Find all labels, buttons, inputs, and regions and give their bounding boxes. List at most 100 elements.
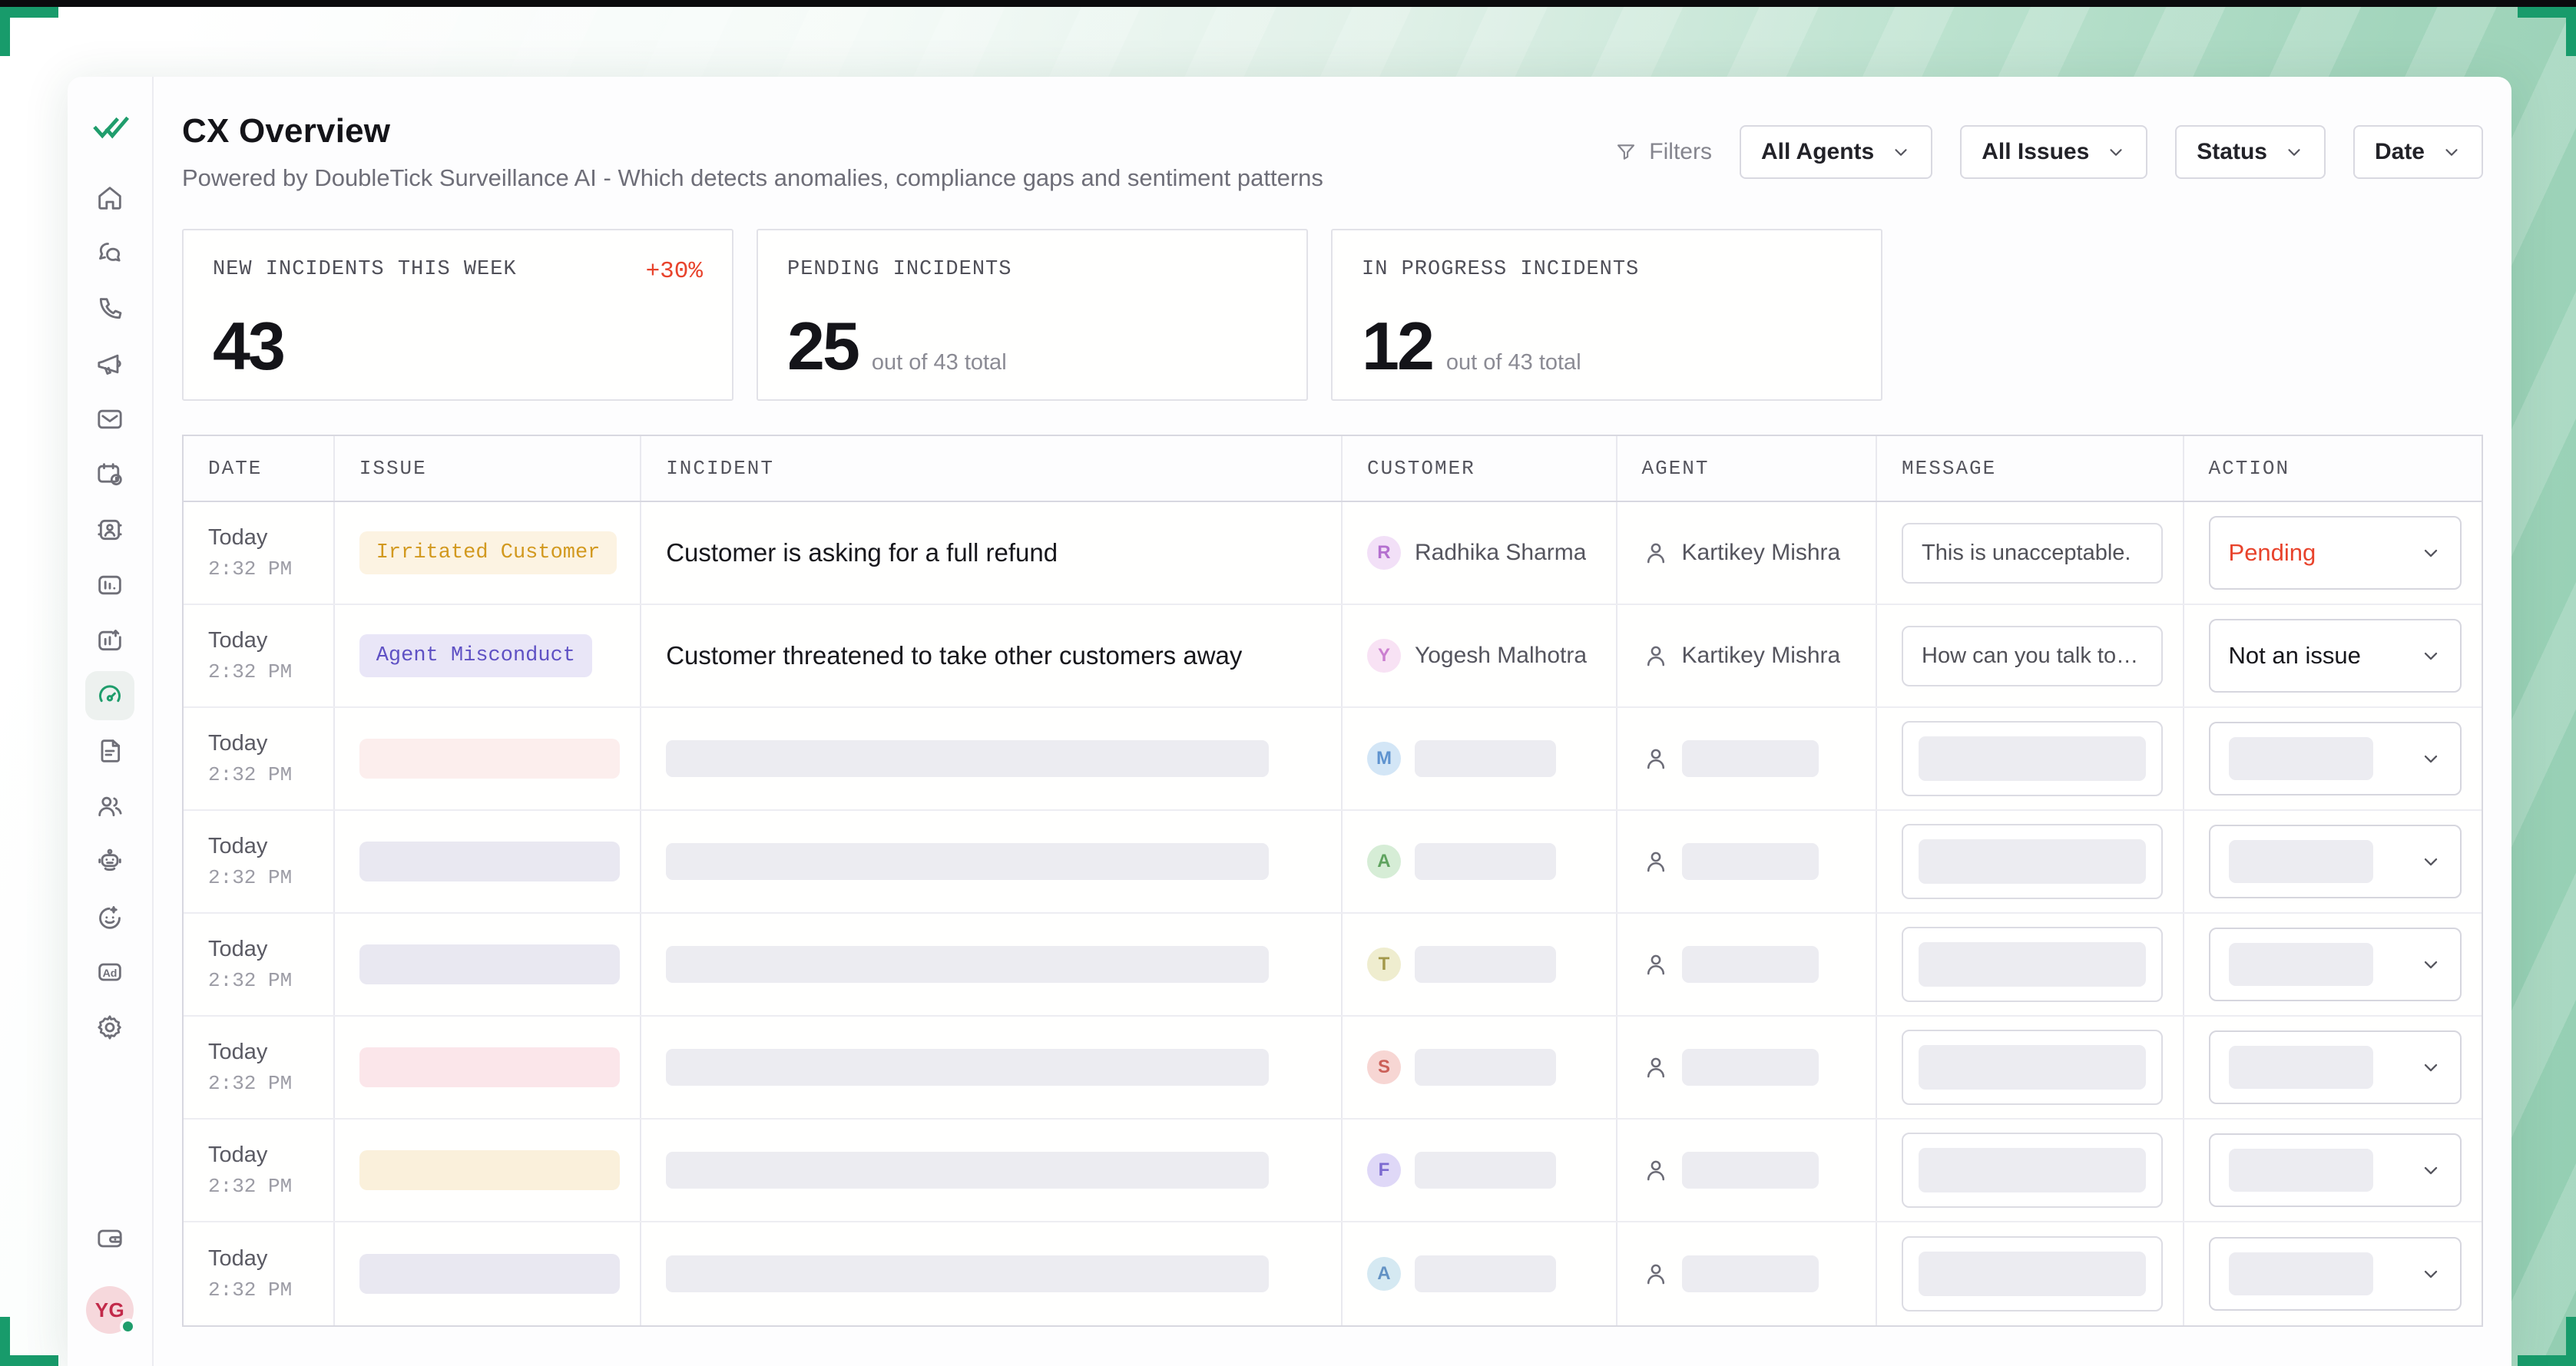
date-cell: Today 2:32 PM [184,1017,335,1118]
agent-skeleton [1682,843,1819,880]
sidebar-item-chatbot[interactable] [84,834,135,889]
message-text: How can you talk to… [1922,643,2142,669]
sidebar-item-contacts[interactable] [84,502,135,557]
action-dropdown[interactable] [2209,825,2462,898]
action-cell [2184,811,2482,912]
sidebar-item-calendar[interactable] [84,447,135,502]
action-dropdown[interactable] [2209,1237,2462,1311]
action-cell [2184,708,2482,809]
filter-all-agents[interactable]: All Agents [1740,125,1932,179]
action-dropdown[interactable] [2209,928,2462,1001]
incident-cell: Customer threatened to take other custom… [641,605,1343,706]
sidebar-item-chats[interactable] [84,226,135,281]
col-header-agent: AGENT [1617,436,1878,501]
filter-all-issues[interactable]: All Issues [1960,125,2147,179]
corner-bracket-bottom-right [2518,1317,2576,1366]
sidebar-item-inbox[interactable] [84,392,135,447]
stat-card-new-incidents: NEW INCIDENTS THIS WEEK +30% 43 [182,229,733,401]
message-box[interactable] [1902,1030,2162,1105]
stat-cards: NEW INCIDENTS THIS WEEK +30% 43 PENDING … [182,229,2483,401]
message-box[interactable] [1902,1236,2162,1311]
sidebar-item-broadcast[interactable] [84,336,135,392]
incident-skeleton [666,740,1269,777]
message-box[interactable]: How can you talk to… [1902,626,2162,686]
date-cell: Today 2:32 PM [184,708,335,809]
filter-status[interactable]: Status [2175,125,2326,179]
message-box[interactable] [1902,1133,2162,1208]
top-black-bar [0,0,2576,7]
action-dropdown[interactable] [2209,722,2462,795]
sidebar-item-settings[interactable] [84,1000,135,1055]
action-dropdown[interactable]: Pending [2209,516,2462,590]
message-skeleton [1919,942,2145,987]
sidebar-item-calls[interactable] [84,281,135,336]
table-row: Today 2:32 PM Agent Misconduct Customer … [184,605,2482,708]
calendar-clock-icon [94,459,125,490]
agent-cell [1617,708,1878,809]
incident-cell [641,811,1343,912]
gauge-icon [94,680,125,711]
message-box[interactable]: This is unacceptable. [1902,523,2162,584]
message-skeleton [1919,1252,2145,1296]
row-date: Today [208,1143,267,1168]
corner-bracket-bottom-left [0,1317,58,1366]
action-label: Not an issue [2229,642,2361,670]
stat-delta-badge: +30% [646,258,703,285]
filter-all-agents-label: All Agents [1761,139,1874,165]
agent-cell [1617,1222,1878,1325]
agent-name: Kartikey Mishra [1682,643,1841,669]
customer-avatar: S [1367,1050,1401,1084]
agent-cell: Kartikey Mishra [1617,502,1878,604]
message-cell [1877,1120,2184,1221]
sidebar-item-wallet[interactable] [84,1211,135,1266]
issue-badge [359,1254,620,1294]
message-text: This is unacceptable. [1922,541,2142,566]
stat-suffix: out of 43 total [872,350,1007,375]
message-cell: How can you talk to… [1877,605,2184,706]
sidebar-item-growth[interactable] [84,613,135,668]
sidebar-item-ads[interactable]: Ad [84,944,135,1000]
stat-label: NEW INCIDENTS THIS WEEK [213,258,517,281]
date-cell: Today 2:32 PM [184,502,335,604]
main-content: CX Overview Powered by DoubleTick Survei… [154,77,2511,1366]
mail-icon [94,404,125,435]
agent-cell [1617,1017,1878,1118]
action-dropdown[interactable] [2209,1133,2462,1207]
chevron-down-icon [2420,748,2442,769]
issue-cell: Agent Misconduct [335,605,641,706]
message-cell [1877,708,2184,809]
sidebar-item-team[interactable] [84,779,135,834]
person-icon [1642,745,1670,772]
user-avatar[interactable]: YG [86,1286,134,1334]
filter-date[interactable]: Date [2353,125,2483,179]
table-row: Today 2:32 PM Irritated Customer Custome… [184,502,2482,605]
stat-value: 12 [1362,316,1432,376]
customer-avatar: R [1367,536,1401,570]
sidebar-item-analytics[interactable] [84,557,135,613]
message-box[interactable] [1902,824,2162,899]
customer-cell: S [1343,1017,1617,1118]
message-box[interactable] [1902,721,2162,796]
table-header-row: DATE ISSUE INCIDENT CUSTOMER AGENT MESSA… [184,436,2482,502]
issue-cell [335,1222,641,1325]
incident-cell: Customer is asking for a full refund [641,502,1343,604]
row-date: Today [208,525,267,551]
action-dropdown[interactable] [2209,1030,2462,1104]
table-row: Today 2:32 PM A [184,1222,2482,1325]
action-skeleton [2229,943,2374,986]
issue-cell: Irritated Customer [335,502,641,604]
agent-cell: Kartikey Mishra [1617,605,1878,706]
date-cell: Today 2:32 PM [184,811,335,912]
sidebar-item-documents[interactable] [84,723,135,779]
incident-text: Customer is asking for a full refund [666,538,1058,567]
sidebar-item-home[interactable] [84,170,135,226]
row-time: 2:32 PM [208,557,292,580]
filter-all-issues-label: All Issues [1982,139,2089,165]
filters-toggle[interactable]: Filters [1614,139,1712,165]
action-dropdown[interactable]: Not an issue [2209,619,2462,693]
message-box[interactable] [1902,927,2162,1002]
action-skeleton [2229,840,2374,883]
sidebar-item-ai-assistant[interactable] [84,889,135,944]
action-skeleton [2229,737,2374,780]
sidebar-item-surveillance[interactable] [84,668,135,723]
